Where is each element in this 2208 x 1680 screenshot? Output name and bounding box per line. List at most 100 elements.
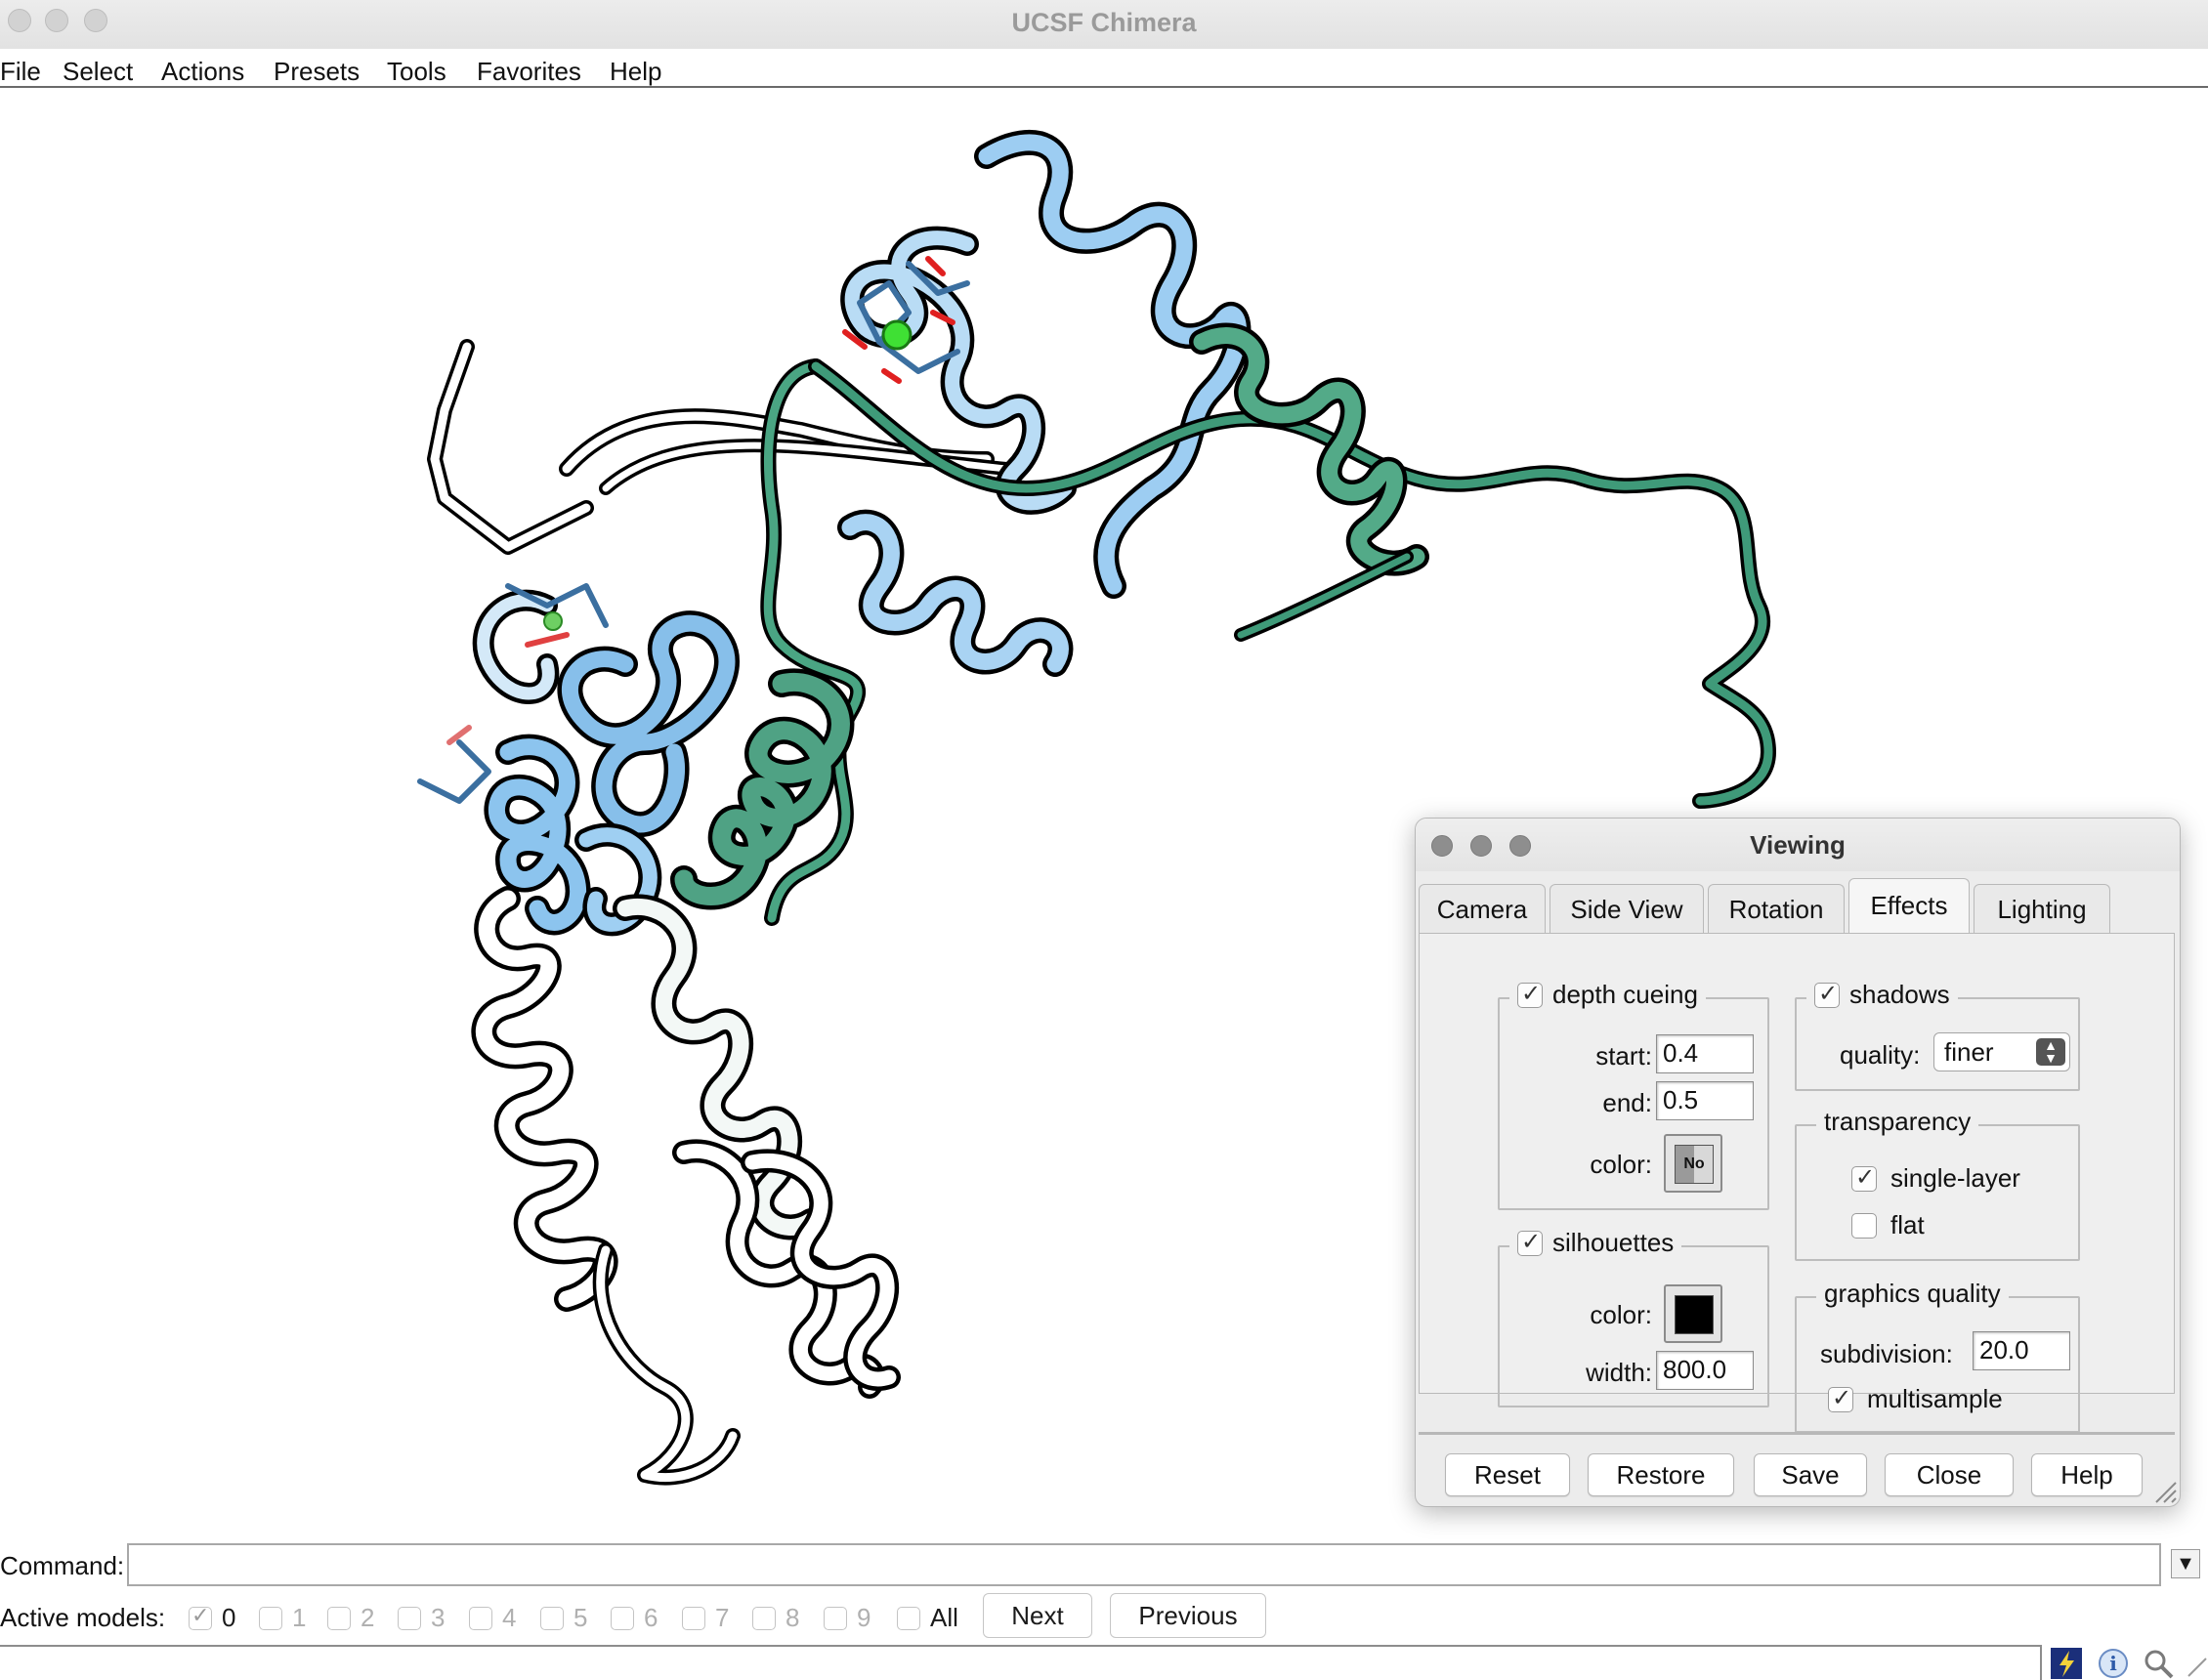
viewing-dialog-titlebar[interactable]: Viewing bbox=[1416, 819, 2180, 871]
model-0-label: 0 bbox=[222, 1603, 236, 1632]
depth-cueing-checkbox[interactable] bbox=[1517, 980, 1543, 1008]
model-5-checkbox: 5 bbox=[540, 1603, 587, 1633]
model-6-checkbox: 6 bbox=[611, 1603, 658, 1633]
transparency-group: transparency single-layer flat bbox=[1795, 1107, 2080, 1261]
silhouette-color-label: color: bbox=[1590, 1300, 1652, 1329]
shadow-quality-select[interactable]: finer ▲ ▼ bbox=[1933, 1032, 2070, 1071]
silhouettes-header: silhouettes bbox=[1509, 1228, 1682, 1258]
model-7-label: 7 bbox=[715, 1603, 730, 1632]
model-0-box[interactable] bbox=[189, 1604, 212, 1630]
model-all-checkbox[interactable]: All bbox=[897, 1603, 958, 1633]
menu-select[interactable]: Select bbox=[63, 57, 133, 87]
depth-cueing-group: depth cueing start: 0.4 end: 0.5 color: … bbox=[1498, 980, 1769, 1210]
model-6-label: 6 bbox=[644, 1603, 658, 1632]
model-8-box bbox=[752, 1606, 776, 1630]
end-field[interactable]: 0.5 bbox=[1656, 1081, 1754, 1120]
quality-label: quality: bbox=[1840, 1040, 1921, 1070]
model-1-checkbox: 1 bbox=[259, 1603, 306, 1633]
model-1-box bbox=[259, 1606, 282, 1630]
silhouette-color-swatch bbox=[1675, 1295, 1714, 1334]
end-label: end: bbox=[1602, 1088, 1652, 1117]
model-7-box bbox=[682, 1606, 705, 1630]
model-8-checkbox: 8 bbox=[752, 1603, 799, 1633]
model-9-box bbox=[824, 1606, 847, 1630]
model-8-label: 8 bbox=[786, 1603, 800, 1632]
svg-text:i: i bbox=[2109, 1652, 2117, 1675]
tab-rotation[interactable]: Rotation bbox=[1708, 884, 1845, 933]
command-history-dropdown[interactable]: ▼ bbox=[2171, 1549, 2200, 1578]
model-6-box bbox=[611, 1606, 634, 1630]
graphics-quality-header: graphics quality bbox=[1816, 1279, 2009, 1309]
restore-button[interactable]: Restore bbox=[1588, 1453, 1734, 1496]
menu-help[interactable]: Help bbox=[610, 57, 661, 87]
model-4-label: 4 bbox=[502, 1603, 517, 1632]
multisample-label: multisample bbox=[1867, 1384, 2003, 1413]
resize-grip-icon[interactable] bbox=[2152, 1479, 2178, 1504]
graphics-quality-group: graphics quality subdivision: 20.0 multi… bbox=[1795, 1279, 2080, 1433]
next-button[interactable]: Next bbox=[983, 1593, 1092, 1638]
menu-presets[interactable]: Presets bbox=[274, 57, 360, 87]
helix-upper-blue bbox=[974, 129, 1252, 599]
multisample-row: multisample bbox=[1828, 1384, 2003, 1414]
width-field[interactable]: 800.0 bbox=[1656, 1351, 1754, 1390]
silhouettes-checkbox[interactable] bbox=[1517, 1228, 1543, 1256]
flat-row: flat bbox=[1851, 1210, 1925, 1240]
reset-button[interactable]: Reset bbox=[1445, 1453, 1570, 1496]
tab-camera[interactable]: Camera bbox=[1419, 884, 1546, 933]
shadows-checkbox[interactable] bbox=[1814, 980, 1840, 1008]
menu-actions[interactable]: Actions bbox=[161, 57, 244, 87]
model-2-box bbox=[327, 1606, 351, 1630]
menu-tools[interactable]: Tools bbox=[387, 57, 446, 87]
helix-lower-white bbox=[471, 886, 901, 1486]
single-layer-checkbox[interactable] bbox=[1851, 1163, 1877, 1192]
main-titlebar: UCSF Chimera bbox=[0, 0, 2208, 50]
effects-panel: depth cueing start: 0.4 end: 0.5 color: … bbox=[1419, 933, 2175, 1433]
save-button[interactable]: Save bbox=[1754, 1453, 1867, 1496]
model-9-label: 9 bbox=[857, 1603, 871, 1632]
flat-label: flat bbox=[1890, 1210, 1925, 1239]
model-5-box bbox=[540, 1606, 564, 1630]
viewing-dialog-title: Viewing bbox=[1750, 830, 1846, 860]
model-all-label: All bbox=[930, 1603, 958, 1632]
multisample-checkbox[interactable] bbox=[1828, 1384, 1853, 1412]
silhouette-color-well[interactable] bbox=[1664, 1284, 1722, 1343]
model-0-checkbox[interactable]: 0 bbox=[189, 1603, 235, 1633]
model-7-checkbox: 7 bbox=[682, 1603, 729, 1633]
silhouettes-label: silhouettes bbox=[1552, 1228, 1675, 1257]
depth-color-well[interactable]: No bbox=[1664, 1134, 1722, 1193]
lightning-icon[interactable] bbox=[2050, 1647, 2083, 1680]
help-button[interactable]: Help bbox=[2031, 1453, 2143, 1496]
tab-effects[interactable]: Effects bbox=[1848, 878, 1970, 934]
start-label: start: bbox=[1595, 1041, 1652, 1071]
single-layer-label: single-layer bbox=[1890, 1163, 2020, 1193]
model-9-checkbox: 9 bbox=[824, 1603, 870, 1633]
model-4-checkbox: 4 bbox=[469, 1603, 516, 1633]
depth-cueing-label: depth cueing bbox=[1552, 980, 1698, 1009]
depth-cueing-header: depth cueing bbox=[1509, 980, 1706, 1010]
tab-side-view[interactable]: Side View bbox=[1550, 884, 1704, 933]
menubar: File Select Actions Presets Tools Favori… bbox=[0, 49, 2208, 88]
dialog-divider bbox=[1419, 1432, 2175, 1435]
info-icon[interactable]: i bbox=[2097, 1647, 2130, 1680]
close-button[interactable]: Close bbox=[1885, 1453, 2014, 1496]
silhouettes-group: silhouettes color: width: 800.0 bbox=[1498, 1228, 1769, 1407]
metal-ion-lower bbox=[543, 611, 563, 631]
subdivision-field[interactable]: 20.0 bbox=[1973, 1331, 2070, 1370]
window-title: UCSF Chimera bbox=[1011, 8, 1197, 37]
model-5-label: 5 bbox=[573, 1603, 588, 1632]
flat-checkbox[interactable] bbox=[1851, 1212, 1877, 1239]
menu-favorites[interactable]: Favorites bbox=[477, 57, 581, 87]
menu-file[interactable]: File bbox=[0, 57, 41, 87]
depth-color-label: color: bbox=[1590, 1150, 1652, 1179]
command-input[interactable] bbox=[127, 1543, 2161, 1586]
subdivision-label: subdivision: bbox=[1820, 1339, 1953, 1368]
start-field[interactable]: 0.4 bbox=[1656, 1034, 1754, 1073]
width-label: width: bbox=[1586, 1358, 1652, 1387]
model-3-checkbox: 3 bbox=[398, 1603, 445, 1633]
status-bar bbox=[0, 1645, 2042, 1680]
transparency-header: transparency bbox=[1816, 1107, 1979, 1137]
magnifier-icon[interactable] bbox=[2142, 1647, 2175, 1680]
model-all-box[interactable] bbox=[897, 1606, 920, 1630]
tab-lighting[interactable]: Lighting bbox=[1974, 884, 2110, 933]
previous-button[interactable]: Previous bbox=[1110, 1593, 1266, 1638]
